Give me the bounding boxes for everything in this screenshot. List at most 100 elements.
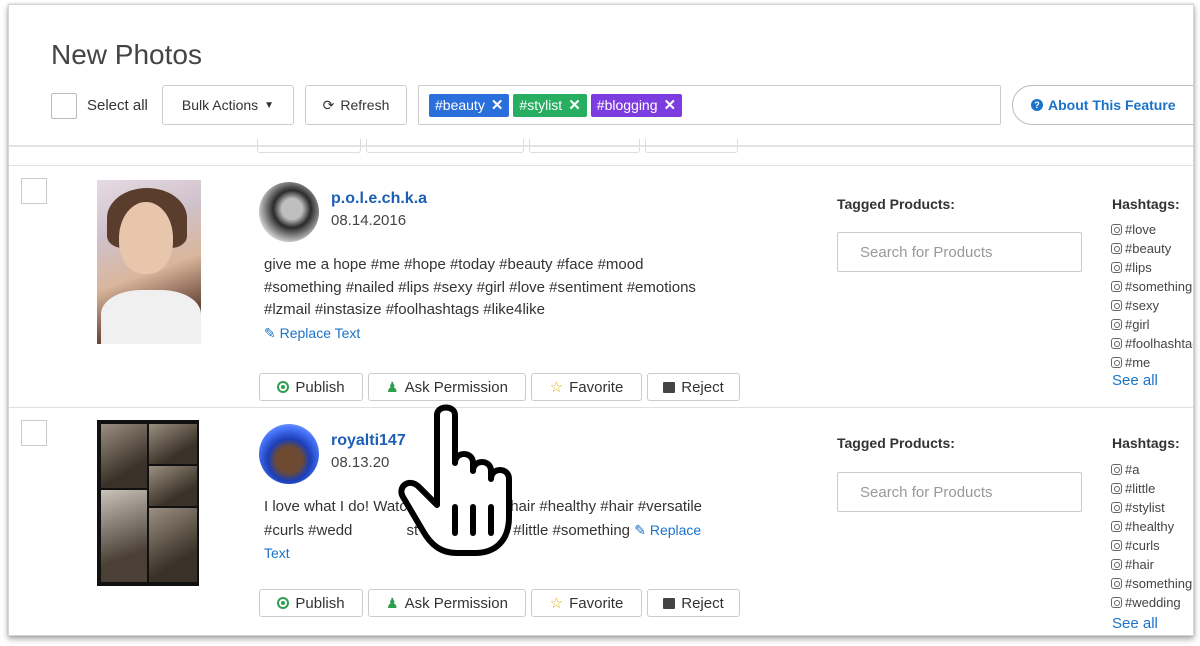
- filter-tag-label: #beauty: [435, 97, 485, 113]
- hashtag-text: #something: [1125, 576, 1193, 591]
- filter-tag[interactable]: #stylist ✕: [513, 93, 587, 117]
- ask-permission-button[interactable]: ♟ Ask Permission: [368, 589, 526, 617]
- replace-text-link[interactable]: ✎ Replace Text: [264, 322, 704, 345]
- favorite-label: Favorite: [569, 378, 624, 396]
- remove-tag-icon[interactable]: ✕: [568, 96, 581, 114]
- photo-thumbnail[interactable]: [97, 180, 201, 344]
- see-all-link[interactable]: See all: [1112, 615, 1158, 632]
- post-date: 08.13.20: [331, 454, 390, 471]
- reject-label: Reject: [681, 378, 724, 396]
- about-feature-button[interactable]: ? About This Feature: [1012, 85, 1193, 125]
- hashtag-text: #wedding: [1125, 595, 1181, 610]
- replace-text-label: Replace Text: [279, 324, 361, 341]
- row-checkbox[interactable]: [21, 420, 47, 446]
- instagram-icon: [1111, 597, 1122, 608]
- favorite-button[interactable]: ☆ Favorite: [531, 373, 642, 401]
- instagram-icon: [1111, 262, 1122, 273]
- filter-tag[interactable]: #beauty ✕: [429, 93, 510, 117]
- refresh-label: Refresh: [340, 97, 390, 113]
- hashtag-list: #a #little #stylist #healthy #curls #hai…: [1111, 460, 1193, 612]
- hashtag-list: #love #beauty #lips #something #sexy #gi…: [1111, 220, 1193, 372]
- instagram-icon: [1111, 281, 1122, 292]
- instagram-icon: [1111, 338, 1122, 349]
- page-title: New Photos: [51, 39, 202, 70]
- hashtag-item: #curls: [1111, 536, 1193, 555]
- ask-permission-button[interactable]: ♟ Ask Permission: [368, 373, 526, 401]
- instagram-icon: [1111, 224, 1122, 235]
- bulk-actions-button[interactable]: Bulk Actions ▼: [162, 85, 294, 125]
- hashtag-text: #stylist: [1125, 500, 1165, 515]
- instagram-icon: [1111, 521, 1122, 532]
- favorite-button[interactable]: ☆ Favorite: [531, 589, 642, 617]
- bulk-actions-label: Bulk Actions: [181, 97, 259, 113]
- hashtag-text: #foolhashtags: [1125, 336, 1193, 351]
- publish-icon: [277, 597, 290, 609]
- avatar[interactable]: [259, 182, 319, 242]
- caret-down-icon: ▼: [264, 99, 275, 111]
- hashtag-item: #hair: [1111, 555, 1193, 574]
- avatar[interactable]: [259, 424, 319, 484]
- hashtag-item: #lips: [1111, 258, 1193, 277]
- product-search-input[interactable]: Search for Products: [837, 232, 1082, 272]
- instagram-icon: [1111, 319, 1122, 330]
- hashtag-filter-input[interactable]: #beauty ✕ #stylist ✕ #blogging ✕: [418, 85, 1001, 125]
- about-feature-label: About This Feature: [1048, 97, 1176, 113]
- instagram-icon: [1111, 578, 1122, 589]
- person-icon: ♟: [386, 378, 399, 395]
- instagram-icon: [1111, 540, 1122, 551]
- edit-icon: ✎: [264, 324, 276, 341]
- hashtag-text: #hair: [1125, 557, 1154, 572]
- product-search-input[interactable]: Search for Products: [837, 472, 1082, 512]
- instagram-icon: [1111, 483, 1122, 494]
- post-date: 08.14.2016: [331, 212, 407, 229]
- edit-icon: ✎: [634, 521, 646, 538]
- hashtag-text: #love: [1125, 222, 1157, 237]
- person-icon: ♟: [386, 594, 399, 611]
- refresh-icon: ⟳: [322, 96, 335, 113]
- hashtag-item: #foolhashtags: [1111, 334, 1193, 353]
- see-all-link[interactable]: See all: [1112, 372, 1158, 389]
- refresh-button[interactable]: ⟳ Refresh: [305, 85, 407, 125]
- hashtag-item: #healthy: [1111, 517, 1193, 536]
- publish-icon: [277, 381, 290, 393]
- select-all-label[interactable]: Select all: [87, 97, 148, 114]
- hashtag-item: #girl: [1111, 315, 1193, 334]
- archive-icon: [663, 597, 676, 609]
- reject-button[interactable]: Reject: [647, 589, 740, 617]
- username-link[interactable]: p.o.l.e.ch.k.a: [331, 190, 427, 208]
- instagram-icon: [1111, 464, 1122, 475]
- archive-icon: [663, 381, 676, 393]
- hashtag-text: #a: [1125, 462, 1140, 477]
- hashtag-text: #beauty: [1125, 241, 1172, 256]
- filter-tag[interactable]: #blogging ✕: [590, 93, 683, 117]
- photo-row: p.o.l.e.ch.k.a 08.14.2016 give me a hope…: [9, 165, 1193, 408]
- reject-label: Reject: [681, 594, 724, 612]
- hashtags-label: Hashtags:: [1112, 435, 1180, 451]
- hashtag-item: #beauty: [1111, 239, 1193, 258]
- publish-button[interactable]: Publish: [259, 589, 363, 617]
- instagram-icon: [1111, 243, 1122, 254]
- remove-tag-icon[interactable]: ✕: [664, 96, 677, 114]
- row-checkbox[interactable]: [21, 178, 47, 204]
- hashtag-text: #something: [1125, 279, 1193, 294]
- hashtag-text: #sexy: [1125, 298, 1159, 313]
- tagged-products-label: Tagged Products:: [837, 435, 955, 451]
- info-icon: ?: [1031, 99, 1043, 111]
- hashtags-label: Hashtags:: [1112, 196, 1180, 212]
- hashtag-item: #sexy: [1111, 296, 1193, 315]
- hashtag-item: #wedding: [1111, 593, 1193, 612]
- hashtag-item: #little: [1111, 479, 1193, 498]
- favorite-label: Favorite: [569, 594, 624, 612]
- ask-permission-label: Ask Permission: [404, 378, 508, 396]
- username-link[interactable]: royalti147: [331, 432, 406, 450]
- remove-tag-icon[interactable]: ✕: [491, 96, 504, 114]
- select-all-checkbox[interactable]: [51, 93, 77, 119]
- filter-tag-label: #blogging: [596, 97, 658, 113]
- reject-button[interactable]: Reject: [647, 373, 740, 401]
- photo-thumbnail[interactable]: [97, 420, 199, 586]
- publish-button[interactable]: Publish: [259, 373, 363, 401]
- hashtag-text: #lips: [1125, 260, 1152, 275]
- hashtag-item: #a: [1111, 460, 1193, 479]
- publish-label: Publish: [295, 378, 345, 396]
- previous-row-buttons: [257, 139, 741, 153]
